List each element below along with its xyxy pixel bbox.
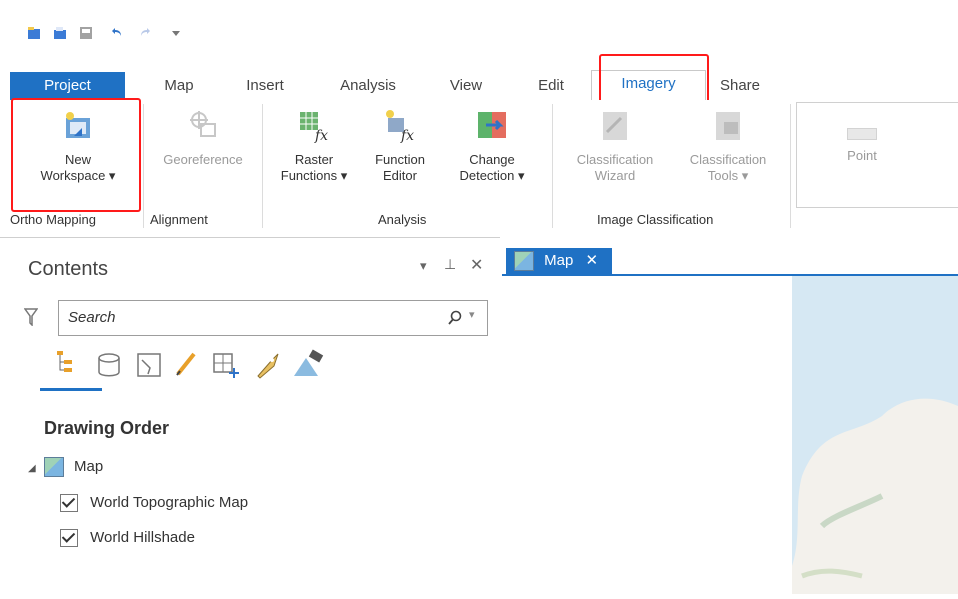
pane-options-icon[interactable]: ▾ (420, 258, 427, 274)
group-label-image-classification: Image Classification (597, 212, 714, 227)
tab-analysis[interactable]: Analysis (328, 73, 408, 99)
raster-functions-label-1: Raster (294, 152, 334, 167)
raster-functions-button[interactable]: fx Raster Functions ▾ (270, 108, 358, 184)
classification-wizard-label-2: Wizard (594, 168, 636, 183)
point-label: Point (847, 148, 877, 163)
change-detection-label-1: Change (469, 152, 515, 167)
separator (790, 104, 791, 228)
classification-wizard-button[interactable]: Classification Wizard (560, 108, 670, 184)
quick-access-toolbar (0, 0, 958, 60)
group-label-analysis: Analysis (378, 212, 427, 227)
list-by-labeling-icon[interactable] (252, 350, 280, 380)
separator (552, 104, 553, 228)
annotation-new-workspace-highlight (11, 98, 141, 212)
layer-label: World Topographic Map (90, 494, 249, 511)
search-icon[interactable] (447, 310, 463, 326)
search-input[interactable]: Search (68, 309, 116, 326)
tab-share[interactable]: Share (713, 73, 767, 99)
separator (143, 104, 144, 228)
layer-visibility-checkbox[interactable] (60, 529, 78, 548)
layer-item[interactable]: World Hillshade (60, 529, 195, 548)
classification-tools-button[interactable]: Classification Tools ▾ (673, 108, 783, 184)
georeference-icon (185, 108, 221, 144)
map-icon (43, 457, 64, 477)
change-detection-icon (474, 108, 510, 144)
open-project-icon[interactable] (52, 25, 68, 41)
georeference-label: Georeference (163, 152, 243, 167)
function-editor-button[interactable]: fx Function Editor (364, 108, 436, 184)
close-tab-icon[interactable]: ✕ (586, 252, 599, 269)
list-by-source-icon[interactable] (96, 352, 122, 378)
undo-icon[interactable] (108, 25, 124, 41)
contents-title: Contents (28, 258, 109, 280)
list-by-perspective-imagery-icon[interactable] (292, 348, 326, 380)
search-box[interactable]: Search ▾ (58, 300, 488, 336)
layer-label: World Hillshade (90, 529, 195, 546)
function-editor-label-2: Editor (383, 168, 417, 183)
svg-text:fx: fx (400, 128, 414, 144)
collapse-arrow-icon[interactable]: ◢ (28, 463, 36, 474)
drawing-order-heading: Drawing Order (44, 418, 170, 438)
classification-tools-label-2: Tools ▾ (707, 168, 749, 183)
layer-item[interactable]: World Topographic Map (60, 494, 249, 513)
tab-map-view[interactable]: Map ✕ (506, 248, 612, 274)
classification-wizard-icon (597, 108, 633, 144)
ribbon-tabs: Project Map Insert Analysis View Edit Im… (0, 60, 958, 102)
tree-item-map-label: Map (74, 457, 104, 475)
ribbon: New Workspace ▾ Ortho Mapping Georeferen… (0, 100, 958, 324)
group-label-ortho-mapping: Ortho Mapping (10, 212, 96, 227)
function-editor-label-1: Function (375, 152, 425, 167)
svg-text:fx: fx (314, 128, 328, 144)
separator (262, 104, 263, 228)
save-project-icon[interactable] (78, 25, 94, 41)
list-by-selection-icon[interactable] (136, 352, 162, 378)
map-icon (514, 251, 534, 272)
new-project-icon[interactable] (26, 25, 42, 41)
filter-icon[interactable] (24, 308, 38, 326)
classification-tools-icon (710, 108, 746, 144)
function-editor-icon: fx (382, 108, 418, 144)
annotation-imagery-highlight (599, 54, 709, 104)
raster-functions-label-2: Functions ▾ (280, 168, 348, 183)
map-canvas[interactable] (502, 276, 958, 594)
tab-insert[interactable]: Insert (235, 73, 295, 99)
classification-wizard-label-1: Classification (576, 152, 654, 167)
raster-functions-icon: fx (296, 108, 332, 144)
active-view-underline (40, 388, 102, 391)
list-by-editing-icon[interactable] (174, 350, 200, 378)
contents-view-toolbar (40, 348, 380, 391)
customize-qat-icon[interactable] (168, 25, 184, 41)
layer-visibility-checkbox[interactable] (60, 494, 78, 513)
point-button[interactable]: Point (820, 128, 904, 164)
point-icon (847, 128, 877, 140)
georeference-button[interactable]: Georeference (148, 108, 258, 168)
change-detection-label-2: Detection ▾ (459, 168, 525, 183)
map-tab-label: Map (544, 252, 574, 269)
classification-tools-label-1: Classification (689, 152, 767, 167)
list-by-drawing-order-icon[interactable] (56, 348, 82, 378)
tree-item-map[interactable]: ◢ Map (28, 457, 103, 477)
tab-map[interactable]: Map (155, 73, 203, 99)
group-label-alignment: Alignment (150, 212, 208, 227)
pin-icon[interactable]: ⊥ (444, 256, 456, 273)
list-by-snapping-icon[interactable] (212, 352, 240, 380)
tab-project[interactable]: Project (10, 72, 125, 100)
close-pane-icon[interactable]: ✕ (470, 255, 483, 275)
redo-icon[interactable] (138, 25, 154, 41)
search-options-icon[interactable]: ▾ (469, 308, 475, 321)
tab-edit[interactable]: Edit (526, 73, 576, 99)
change-detection-button[interactable]: Change Detection ▾ (444, 108, 540, 184)
map-view[interactable] (502, 274, 958, 594)
tab-view[interactable]: View (440, 73, 492, 99)
